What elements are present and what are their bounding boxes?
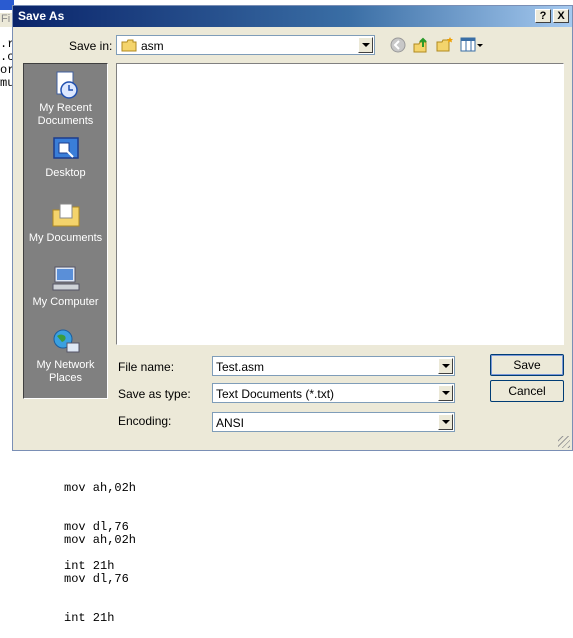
back-icon[interactable] (389, 36, 407, 54)
my-documents-icon (52, 203, 79, 227)
place-my-recent-documents[interactable]: My Recent Documents (24, 70, 107, 128)
save-in-value: asm (141, 39, 164, 53)
chevron-down-icon[interactable] (438, 414, 453, 430)
encoding-label: Encoding: (118, 414, 172, 428)
code-line: mov ah,02h (64, 533, 137, 547)
up-folder-icon[interactable] (412, 36, 430, 54)
save-in-label: Save in: (69, 39, 113, 53)
network-places-icon (53, 329, 79, 353)
dialog-titlebar[interactable]: Save As ? X (13, 6, 572, 27)
places-bar: My Recent Documents Desktop My Documents (23, 63, 108, 399)
file-list-view[interactable] (116, 63, 564, 345)
resize-grip[interactable] (558, 436, 570, 448)
help-button[interactable]: ? (535, 9, 551, 23)
place-label: My Network Places (36, 359, 95, 384)
place-label: My Documents (28, 232, 103, 244)
cancel-button[interactable]: Cancel (490, 380, 564, 402)
recent-documents-icon (56, 71, 78, 99)
place-my-documents[interactable]: My Documents (24, 200, 107, 245)
place-label: My Computer (32, 296, 99, 308)
place-my-computer[interactable]: My Computer (24, 264, 107, 309)
new-folder-icon[interactable] (436, 36, 454, 54)
dialog-title: Save As (18, 9, 65, 23)
code-line: int 21h (64, 611, 115, 625)
views-menu-icon[interactable] (460, 36, 484, 54)
file-name-label: File name: (118, 360, 175, 374)
save-as-type-dropdown[interactable]: Text Documents (*.txt) (212, 383, 455, 403)
save-in-dropdown[interactable]: asm (116, 35, 375, 55)
code-block-2: mov ah,02h mov dl,76 int 21h (64, 508, 136, 638)
desktop-icon (52, 137, 79, 159)
save-as-type-value: Text Documents (*.txt) (216, 387, 335, 401)
place-my-network-places[interactable]: My Network Places (24, 327, 107, 385)
chevron-down-icon[interactable] (438, 385, 453, 401)
place-label: Desktop (45, 167, 86, 179)
save-button[interactable]: Save (490, 354, 564, 376)
save-as-dialog: Save As ? X Save in: asm My Recent Docum… (12, 5, 573, 451)
save-as-type-label: Save as type: (118, 387, 191, 401)
code-line: mov dl,76 (64, 572, 129, 586)
encoding-value: ANSI (216, 416, 245, 430)
folder-icon (121, 39, 137, 52)
encoding-dropdown[interactable]: ANSI (212, 412, 455, 432)
my-computer-icon (52, 266, 79, 291)
close-button[interactable]: X (553, 9, 569, 23)
place-label: My Recent Documents (37, 102, 94, 127)
file-name-input[interactable]: Test.asm (212, 356, 455, 376)
code-line: mov ah,02h (64, 481, 137, 495)
chevron-down-icon[interactable] (438, 358, 453, 374)
place-desktop[interactable]: Desktop (24, 135, 107, 180)
chevron-down-icon[interactable] (358, 37, 373, 53)
file-name-value: Test.asm (216, 360, 265, 374)
